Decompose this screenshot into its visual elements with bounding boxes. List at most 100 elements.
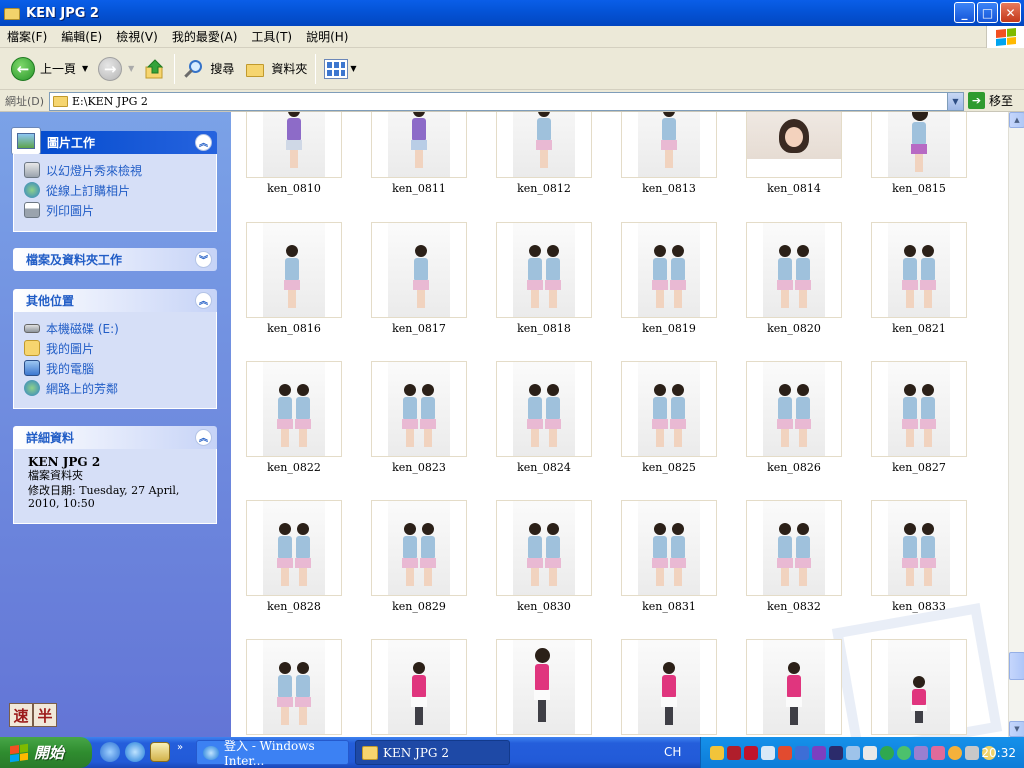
chevron-down-icon[interactable]: ▼ xyxy=(128,64,134,73)
network-places-link[interactable]: 網路上的芳鄰 xyxy=(24,378,208,398)
thumbnail-item[interactable]: ken_0812 xyxy=(496,112,592,195)
minimize-button[interactable]: _ xyxy=(954,2,975,23)
thumbnail-item[interactable] xyxy=(246,639,342,735)
thumbnail-item[interactable] xyxy=(871,639,967,735)
tray-app-icon[interactable] xyxy=(931,745,945,760)
go-label: 移至 xyxy=(989,94,1014,108)
monitor-icon[interactable] xyxy=(846,745,860,760)
my-pictures-link[interactable]: 我的圖片 xyxy=(24,338,208,358)
thumbnail-item[interactable]: ken_0828 xyxy=(246,500,342,613)
back-button[interactable]: ← 上一頁 ▼ xyxy=(6,52,93,86)
language-indicator[interactable]: CH xyxy=(664,745,681,759)
chevron-down-icon[interactable]: ▼ xyxy=(82,64,88,73)
tray-app-icon[interactable] xyxy=(914,745,928,760)
details-header[interactable]: 詳細資料 ︽ xyxy=(13,426,217,449)
scroll-up-button[interactable]: ▲ xyxy=(1009,112,1024,128)
menu-favorites[interactable]: 我的最愛(A) xyxy=(165,28,245,45)
thumbnail-item[interactable]: ken_0820 xyxy=(746,222,842,335)
expand-icon[interactable]: ︾ xyxy=(195,251,212,268)
go-button[interactable]: ➔ 移至 xyxy=(968,92,1013,109)
title-bar[interactable]: KEN JPG 2 _ □ ✕ xyxy=(0,0,1024,26)
tray-app-icon[interactable] xyxy=(897,745,911,760)
forward-button[interactable]: → ▼ xyxy=(93,52,139,86)
tray-app-icon[interactable] xyxy=(829,745,843,760)
thumbnail-item[interactable] xyxy=(621,639,717,735)
menu-edit[interactable]: 編輯(E) xyxy=(54,28,109,45)
thumbnail-item[interactable]: ken_0827 xyxy=(871,361,967,474)
tray-app-icon[interactable] xyxy=(880,745,894,760)
ime-width-button[interactable]: 半 xyxy=(33,703,57,727)
my-computer-link[interactable]: 我的電腦 xyxy=(24,358,208,378)
media-player-icon[interactable] xyxy=(100,742,120,762)
close-button[interactable]: ✕ xyxy=(1000,2,1021,23)
chevron-down-icon[interactable]: ▼ xyxy=(350,64,356,73)
thumbnail-item[interactable]: ken_0814 xyxy=(746,112,842,195)
views-button[interactable]: ▼ xyxy=(319,52,361,86)
network-icon[interactable] xyxy=(761,745,775,760)
thumbnail-item[interactable]: ken_0816 xyxy=(246,222,342,335)
menu-view[interactable]: 檢視(V) xyxy=(109,28,165,45)
scroll-thumb[interactable] xyxy=(1009,652,1024,680)
start-button[interactable]: 開始 xyxy=(0,737,92,768)
thumbnail-item[interactable]: ken_0817 xyxy=(371,222,467,335)
tray-app-icon[interactable] xyxy=(812,745,826,760)
thumbnail-item[interactable]: ken_0830 xyxy=(496,500,592,613)
ime-mode-button[interactable]: 速 xyxy=(9,703,33,727)
address-input[interactable]: E:\KEN JPG 2 ▼ xyxy=(49,92,964,111)
tray-app-icon[interactable] xyxy=(727,745,741,760)
other-places-header[interactable]: 其他位置 ︽ xyxy=(13,289,217,312)
order-prints-link[interactable]: 從線上訂購相片 xyxy=(24,180,208,200)
search-button[interactable]: 搜尋 xyxy=(178,52,239,86)
tray-app-icon[interactable] xyxy=(795,745,809,760)
thumbnail-item[interactable]: ken_0829 xyxy=(371,500,467,613)
tray-app-icon[interactable] xyxy=(778,745,792,760)
picture-tasks-header[interactable]: 圖片工作 ︽ xyxy=(11,127,217,155)
menu-help[interactable]: 說明(H) xyxy=(299,28,355,45)
thumbnail-item[interactable]: ken_0810 xyxy=(246,112,342,195)
tray-app-icon[interactable] xyxy=(965,745,979,760)
volume-icon[interactable] xyxy=(863,745,877,760)
slideshow-link[interactable]: 以幻燈片秀來檢視 xyxy=(24,160,208,180)
thumbnail-item[interactable]: ken_0831 xyxy=(621,500,717,613)
thumbnail-item[interactable]: ken_0821 xyxy=(871,222,967,335)
menu-tools[interactable]: 工具(T) xyxy=(244,28,299,45)
tray-app-icon[interactable] xyxy=(948,745,962,760)
thumbnail-item[interactable] xyxy=(496,639,592,735)
chevron-right-icon[interactable]: » xyxy=(177,742,183,762)
scroll-down-button[interactable]: ▼ xyxy=(1009,721,1024,737)
thumbnail-item[interactable]: ken_0825 xyxy=(621,361,717,474)
local-disk-link[interactable]: 本機磁碟 (E:) xyxy=(24,318,208,338)
thumbnail-item[interactable]: ken_0815 xyxy=(871,112,967,195)
clock[interactable]: 20:32 xyxy=(981,746,1016,760)
thumbnail-item[interactable]: ken_0823 xyxy=(371,361,467,474)
file-tasks-header[interactable]: 檔案及資料夾工作 ︾ xyxy=(13,248,217,271)
security-shield-icon[interactable] xyxy=(710,745,724,760)
menu-file[interactable]: 檔案(F) xyxy=(0,28,54,45)
address-dropdown-button[interactable]: ▼ xyxy=(947,93,963,110)
collapse-icon[interactable]: ︽ xyxy=(195,292,212,309)
up-folder-button[interactable] xyxy=(139,52,171,86)
thumbnail-item[interactable]: ken_0826 xyxy=(746,361,842,474)
internet-explorer-icon[interactable] xyxy=(125,742,145,762)
collapse-icon[interactable]: ︽ xyxy=(195,134,212,151)
folders-button[interactable]: 資料夾 xyxy=(239,52,312,86)
show-desktop-icon[interactable] xyxy=(150,742,170,762)
thumbnail-item[interactable]: ken_0832 xyxy=(746,500,842,613)
taskbar-button-ie[interactable]: 登入 - Windows Inter... xyxy=(196,739,349,768)
thumbnail-item[interactable]: ken_0811 xyxy=(371,112,467,195)
thumbnail-item[interactable]: ken_0819 xyxy=(621,222,717,335)
ati-icon[interactable] xyxy=(744,745,758,760)
thumbnail-item[interactable] xyxy=(371,639,467,735)
thumbnail-item[interactable]: ken_0813 xyxy=(621,112,717,195)
taskbar-button-explorer[interactable]: KEN JPG 2 xyxy=(355,740,510,765)
hard-drive-icon xyxy=(24,323,40,333)
thumbnail-item[interactable]: ken_0824 xyxy=(496,361,592,474)
print-pictures-link[interactable]: 列印圖片 xyxy=(24,200,208,220)
collapse-icon[interactable]: ︽ xyxy=(195,429,212,446)
thumbnail-item[interactable]: ken_0833 xyxy=(871,500,967,613)
thumbnail-item[interactable]: ken_0822 xyxy=(246,361,342,474)
vertical-scrollbar[interactable]: ▲ ▼ xyxy=(1008,112,1024,737)
thumbnail-item[interactable]: ken_0818 xyxy=(496,222,592,335)
thumbnail-item[interactable] xyxy=(746,639,842,735)
maximize-button[interactable]: □ xyxy=(977,2,998,23)
